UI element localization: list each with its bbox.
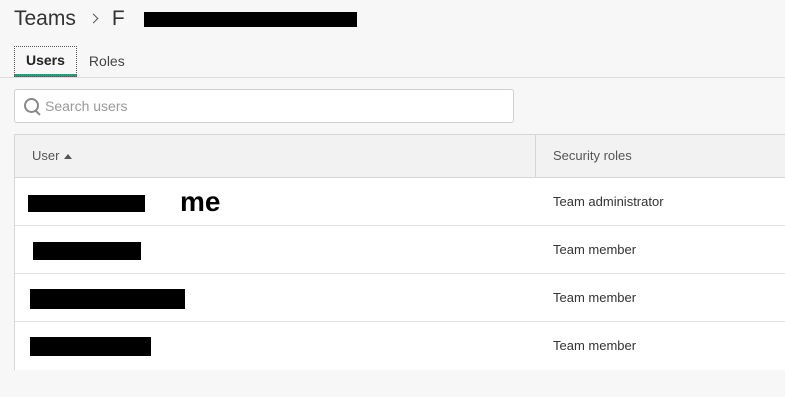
tab-roles[interactable]: Roles <box>77 46 137 77</box>
redaction-bar <box>33 242 141 260</box>
tabs-divider <box>0 77 785 78</box>
me-annotation: me <box>180 186 221 217</box>
tab-users[interactable]: Users <box>14 46 77 77</box>
users-table: User Security roles me Team administrato… <box>14 134 785 370</box>
redaction-bar <box>144 12 357 27</box>
user-cell <box>15 226 536 273</box>
search-input[interactable] <box>45 98 513 114</box>
table-row[interactable]: Team member <box>15 322 785 370</box>
sort-ascending-icon <box>64 154 73 159</box>
user-cell <box>15 274 536 321</box>
role-cell: Team member <box>553 242 637 257</box>
redaction-bar <box>30 289 185 309</box>
breadcrumb: Teams F <box>14 5 357 33</box>
breadcrumb-current-team: F <box>111 7 125 30</box>
user-cell <box>15 322 536 370</box>
chevron-right-icon <box>90 5 102 33</box>
role-cell: Team member <box>553 290 637 305</box>
breadcrumb-teams-link[interactable]: Teams <box>14 7 76 31</box>
column-header-user-label: User <box>32 148 60 163</box>
user-cell: me <box>15 178 536 225</box>
redaction-bar <box>30 337 151 356</box>
table-row[interactable]: Team member <box>15 226 785 274</box>
column-header-user[interactable]: User <box>15 135 536 177</box>
search-box <box>14 89 514 123</box>
table-header: User Security roles <box>15 135 785 178</box>
redaction-bar <box>28 195 145 212</box>
role-cell: Team member <box>553 338 637 353</box>
role-cell: Team administrator <box>553 194 664 209</box>
table-row[interactable]: Team member <box>15 274 785 322</box>
table-row[interactable]: me Team administrator <box>15 178 785 226</box>
tab-bar: Users Roles <box>14 46 137 77</box>
search-icon <box>15 90 45 122</box>
column-header-roles: Security roles <box>553 148 632 163</box>
